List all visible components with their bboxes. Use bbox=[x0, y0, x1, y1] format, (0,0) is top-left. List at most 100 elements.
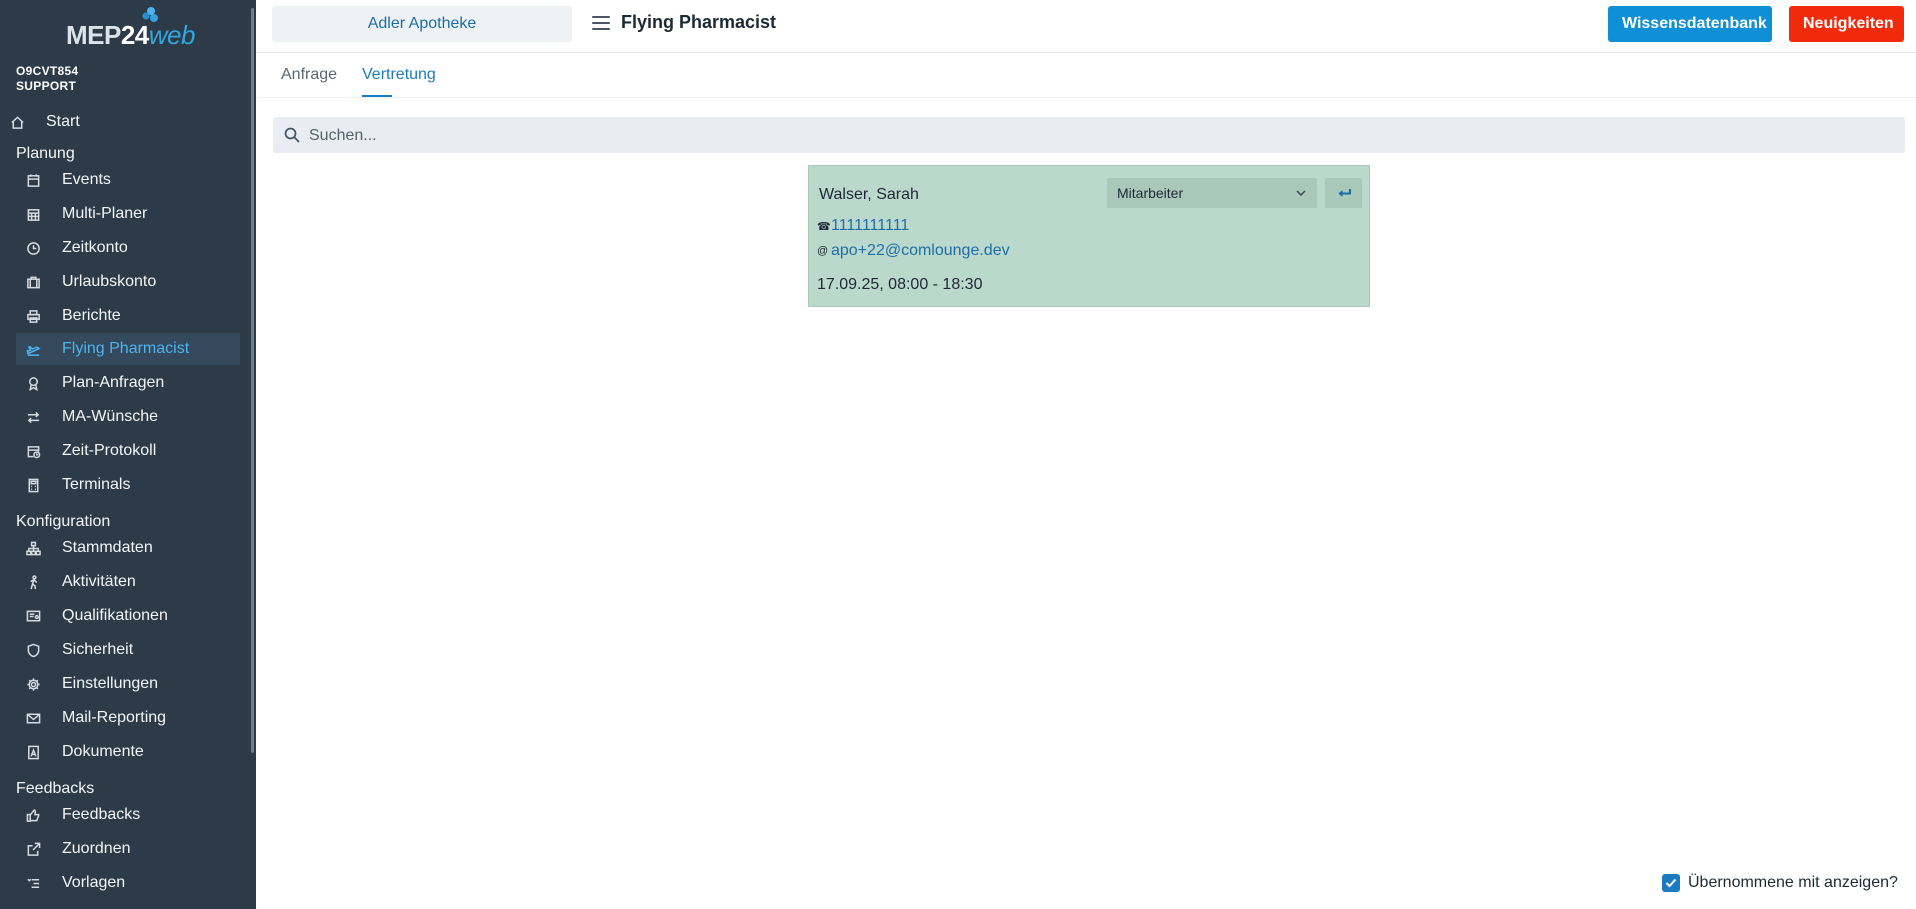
sidebar-item-ma-wuensche[interactable]: MA-Wünsche bbox=[16, 401, 240, 433]
calendar-clock-icon bbox=[24, 442, 42, 460]
sidebar-item-berichte[interactable]: Berichte bbox=[16, 300, 240, 332]
page-title: Flying Pharmacist bbox=[621, 12, 777, 32]
org-code: O9CVT854 bbox=[16, 64, 79, 78]
section-konfiguration: Konfiguration bbox=[16, 513, 111, 530]
sidebar-scrollbar[interactable] bbox=[251, 8, 254, 753]
email-row: @ apo+22@comlounge.dev bbox=[817, 242, 1010, 260]
sidebar-item-aktivitaeten[interactable]: Aktivitäten bbox=[16, 566, 240, 598]
sidebar-item-multi-planer[interactable]: Multi-Planer bbox=[16, 198, 240, 230]
role-select-value: Mitarbeiter bbox=[1117, 185, 1184, 201]
news-button[interactable]: Neuigkeiten bbox=[1789, 6, 1904, 42]
calendar-grid-icon bbox=[24, 205, 42, 223]
sidebar-item-label: Zeitkonto bbox=[62, 239, 128, 256]
sidebar-item-label: Terminals bbox=[62, 476, 131, 493]
sidebar-item-einstellungen[interactable]: Einstellungen bbox=[16, 668, 240, 700]
sidebar-item-terminals[interactable]: Terminals bbox=[16, 469, 240, 501]
show-taken-toggle[interactable]: Übernommene mit anzeigen? bbox=[1662, 874, 1898, 892]
sidebar-item-label: Plan-Anfragen bbox=[62, 374, 165, 391]
sidebar-item-label: Feedbacks bbox=[62, 806, 141, 823]
sidebar-item-zeitkonto[interactable]: Zeitkonto bbox=[16, 232, 240, 264]
active-tab-indicator bbox=[362, 95, 392, 97]
sidebar-item-start[interactable]: Start bbox=[0, 106, 224, 138]
printer-icon bbox=[24, 307, 42, 325]
mail-icon bbox=[24, 709, 42, 727]
sidebar-item-label: Zeit-Protokoll bbox=[62, 442, 157, 459]
sidebar-item-stammdaten[interactable]: Stammdaten bbox=[16, 532, 240, 564]
section-planung: Planung bbox=[16, 145, 75, 162]
sidebar-item-flying-pharmacist[interactable]: Flying Pharmacist bbox=[16, 333, 240, 365]
sidebar-item-label: Multi-Planer bbox=[62, 205, 148, 222]
phone-link[interactable]: 1111111111 bbox=[831, 217, 909, 235]
sidebar-item-dokumente[interactable]: Dokumente bbox=[16, 736, 240, 768]
sidebar-item-zeit-protokoll[interactable]: Zeit-Protokoll bbox=[16, 435, 240, 467]
document-icon bbox=[24, 743, 42, 761]
org-role: SUPPORT bbox=[16, 79, 77, 93]
award-icon bbox=[24, 374, 42, 392]
phone-icon: ☎ bbox=[817, 220, 831, 233]
assign-button[interactable] bbox=[1325, 178, 1362, 208]
substitution-card: Walser, Sarah Mitarbeiter ☎ 1111111111 @… bbox=[808, 165, 1370, 307]
sidebar-item-urlaubskonto[interactable]: Urlaubskonto bbox=[16, 266, 240, 298]
sidebar-item-label: MA-Wünsche bbox=[62, 408, 159, 425]
sidebar-item-label: Stammdaten bbox=[62, 539, 153, 556]
walking-icon bbox=[24, 573, 42, 591]
sidebar-item-label: Dokumente bbox=[62, 743, 144, 760]
email-link[interactable]: apo+22@comlounge.dev bbox=[831, 242, 1010, 260]
show-taken-label: Übernommene mit anzeigen? bbox=[1688, 874, 1898, 891]
list-icon bbox=[24, 874, 42, 892]
calendar-icon bbox=[24, 171, 42, 189]
sidebar-item-vorlagen[interactable]: Vorlagen bbox=[16, 867, 240, 899]
sidebar-item-label: Flying Pharmacist bbox=[62, 340, 190, 357]
shield-icon bbox=[24, 641, 42, 659]
menu-toggle-icon[interactable] bbox=[592, 14, 610, 32]
sidebar-item-label: Einstellungen bbox=[62, 675, 159, 692]
sidebar-item-zuordnen[interactable]: Zuordnen bbox=[16, 833, 240, 865]
sidebar-item-label: Qualifikationen bbox=[62, 607, 168, 624]
sidebar-item-label: Aktivitäten bbox=[62, 573, 136, 590]
share-icon bbox=[24, 840, 42, 858]
sidebar-item-label: Events bbox=[62, 171, 111, 188]
check-icon bbox=[1665, 878, 1677, 888]
shift-time: 17.09.25, 08:00 - 18:30 bbox=[817, 276, 983, 293]
section-feedbacks: Feedbacks bbox=[16, 780, 95, 797]
swap-icon bbox=[24, 408, 42, 426]
sidebar-item-sicherheit[interactable]: Sicherheit bbox=[16, 634, 240, 666]
enter-arrow-icon bbox=[1338, 189, 1351, 197]
search-input[interactable] bbox=[307, 117, 1891, 155]
show-taken-checkbox[interactable] bbox=[1662, 874, 1680, 892]
sidebar-item-label: Sicherheit bbox=[62, 641, 134, 658]
sidebar-item-label: Berichte bbox=[62, 307, 121, 324]
search-icon bbox=[284, 127, 300, 143]
person-name: Walser, Sarah bbox=[819, 186, 919, 203]
tab-vertretung[interactable]: Vertretung bbox=[362, 66, 436, 84]
tab-bar: Anfrage Vertretung bbox=[256, 53, 1916, 98]
sidebar-item-label: Zuordnen bbox=[62, 840, 131, 857]
thumbs-up-icon bbox=[24, 806, 42, 824]
role-select[interactable]: Mitarbeiter bbox=[1107, 178, 1317, 208]
gear-icon bbox=[24, 675, 42, 693]
sidebar-item-label: Start bbox=[46, 113, 80, 130]
sidebar-item-qualifikationen[interactable]: Qualifikationen bbox=[16, 600, 240, 632]
suitcase-icon bbox=[24, 273, 42, 291]
sitemap-icon bbox=[24, 539, 42, 557]
app-logo[interactable]: MEP24web bbox=[66, 20, 196, 50]
pharmacy-selector[interactable]: Adler Apotheke bbox=[272, 6, 572, 42]
at-icon: @ bbox=[817, 245, 829, 257]
sidebar-item-mail-reporting[interactable]: Mail-Reporting bbox=[16, 702, 240, 734]
sidebar-item-events[interactable]: Events bbox=[16, 164, 240, 196]
sidebar: MEP24web O9CVT854 SUPPORT Start Planung … bbox=[0, 0, 256, 909]
phone-row: ☎ 1111111111 bbox=[817, 217, 909, 235]
knowledge-base-button[interactable]: Wissensdatenbank bbox=[1608, 6, 1772, 42]
plane-icon bbox=[24, 340, 42, 358]
certificate-icon bbox=[24, 607, 42, 625]
sidebar-item-feedbacks[interactable]: Feedbacks bbox=[16, 799, 240, 831]
tab-anfrage[interactable]: Anfrage bbox=[281, 66, 337, 84]
sidebar-item-label: Vorlagen bbox=[62, 874, 126, 891]
sidebar-item-plan-anfragen[interactable]: Plan-Anfragen bbox=[16, 367, 240, 399]
calculator-icon bbox=[24, 476, 42, 494]
chevron-down-icon bbox=[1296, 190, 1306, 197]
org-info: O9CVT854 SUPPORT bbox=[16, 64, 78, 94]
sidebar-item-label: Urlaubskonto bbox=[62, 273, 157, 290]
home-icon bbox=[8, 113, 26, 131]
sidebar-item-label: Mail-Reporting bbox=[62, 709, 167, 726]
